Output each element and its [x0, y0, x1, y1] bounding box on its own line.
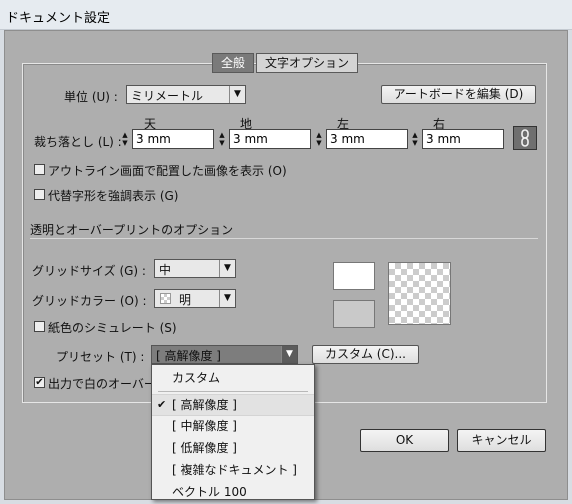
menu-item-label: ベクトル 100	[172, 485, 247, 499]
ok-label: OK	[395, 433, 414, 447]
menu-item-label: [ 複雑なドキュメント ]	[172, 463, 297, 477]
bleed-top-input[interactable]	[132, 129, 214, 149]
constrain-link-button[interactable]	[513, 126, 537, 150]
discard-white-overprint-label: 出力で白のオーバー	[48, 377, 156, 391]
stepper-arrows-icon[interactable]: ▲ ▼	[409, 131, 421, 149]
show-images-outline-checkbox[interactable]	[34, 164, 45, 175]
menu-item-label: カスタム	[172, 371, 221, 385]
grid-color-label: グリッドカラー (O) :	[32, 294, 147, 308]
units-label: 単位 (U) :	[64, 90, 118, 104]
cancel-label: キャンセル	[471, 433, 532, 447]
edit-artboards-label: アートボードを編集 (D)	[393, 87, 524, 101]
stepper-arrows-icon[interactable]: ▲ ▼	[119, 131, 131, 149]
tab-general-label: 全般	[220, 56, 245, 70]
highlight-glyphs-checkbox[interactable]	[34, 189, 45, 200]
window-title: ドキュメント設定	[6, 11, 111, 26]
grid-color-select[interactable]: 明 ▼	[154, 289, 236, 308]
simulate-paper-label: 紙色のシミュレート (S)	[48, 321, 177, 335]
cancel-button[interactable]: キャンセル	[457, 429, 546, 452]
menu-item-complex-document[interactable]: [ 複雑なドキュメント ]	[152, 460, 314, 482]
tab-type-options[interactable]: 文字オプション	[256, 53, 358, 73]
stepper-arrows-icon[interactable]: ▲ ▼	[216, 131, 228, 149]
menu-item-vector-100[interactable]: ベクトル 100	[152, 482, 314, 504]
grid-color-swatch-gray[interactable]	[333, 300, 375, 328]
menu-item-label: [ 高解像度 ]	[172, 398, 237, 412]
bleed-left-input[interactable]	[326, 129, 408, 149]
custom-preset-label: カスタム (C)...	[324, 347, 406, 361]
transparency-section-title: 透明とオーバープリントのオプション	[30, 223, 234, 237]
menu-item-high-resolution[interactable]: ✔ [ 高解像度 ]	[152, 394, 314, 416]
document-setup-window: ドキュメント設定 全般 文字オプション 単位 (U) : ミリメートル ▼ アー…	[0, 0, 572, 504]
tab-type-options-label: 文字オプション	[264, 56, 349, 70]
checkmark-icon: ✔	[157, 398, 167, 411]
bleed-right-spinner[interactable]: ▲ ▼	[409, 129, 505, 150]
tab-general[interactable]: 全般	[212, 53, 254, 73]
stepper-arrows-icon[interactable]: ▲ ▼	[313, 131, 325, 149]
show-images-outline-label: アウトライン画面で配置した画像を表示 (O)	[48, 164, 287, 178]
units-select[interactable]: ミリメートル ▼	[126, 85, 246, 104]
menu-item-custom[interactable]: カスタム	[152, 368, 314, 390]
preset-value: [ 高解像度 ]	[156, 349, 221, 363]
checkmark-icon: ✔	[35, 377, 44, 388]
bleed-left-spinner[interactable]: ▲ ▼	[313, 129, 409, 150]
chevron-down-icon: ▼	[219, 290, 235, 307]
bleed-label: 裁ち落とし (L) :	[34, 135, 122, 149]
grid-color-swatch-white[interactable]	[333, 262, 375, 290]
title-bar[interactable]: ドキュメント設定	[0, 0, 572, 30]
menu-separator	[158, 391, 308, 392]
light-grid-swatch-icon	[160, 293, 171, 304]
simulate-paper-checkbox[interactable]	[34, 321, 45, 332]
menu-item-label: [ 低解像度 ]	[172, 441, 237, 455]
menu-item-label: [ 中解像度 ]	[172, 419, 237, 433]
menu-item-low-resolution[interactable]: [ 低解像度 ]	[152, 438, 314, 460]
units-value: ミリメートル	[131, 89, 204, 103]
chevron-down-icon: ▼	[229, 86, 245, 103]
grid-size-label: グリッドサイズ (G) :	[32, 264, 146, 278]
transparency-grid-preview	[388, 262, 451, 325]
chevron-down-icon: ▼	[219, 260, 235, 277]
grid-size-value: 中	[159, 263, 172, 277]
discard-white-overprint-checkbox[interactable]: ✔	[34, 377, 45, 388]
grid-size-select[interactable]: 中 ▼	[154, 259, 236, 278]
highlight-glyphs-label: 代替字形を強調表示 (G)	[48, 189, 179, 203]
section-divider	[30, 238, 538, 239]
menu-item-medium-resolution[interactable]: [ 中解像度 ]	[152, 416, 314, 438]
bleed-top-spinner[interactable]: ▲ ▼	[119, 129, 215, 150]
chain-link-icon	[521, 129, 529, 147]
edit-artboards-button[interactable]: アートボードを編集 (D)	[381, 85, 536, 104]
preset-dropdown-menu: カスタム ✔ [ 高解像度 ] [ 中解像度 ] [ 低解像度 ] [ 複雑なド…	[151, 364, 315, 500]
bleed-right-input[interactable]	[422, 129, 504, 149]
preset-label: プリセット (T) :	[56, 350, 145, 364]
bleed-bottom-input[interactable]	[229, 129, 311, 149]
chevron-down-icon: ▼	[281, 346, 297, 363]
preset-select[interactable]: [ 高解像度 ] ▼	[151, 345, 298, 364]
ok-button[interactable]: OK	[360, 429, 449, 452]
bleed-bottom-spinner[interactable]: ▲ ▼	[216, 129, 312, 150]
custom-preset-button[interactable]: カスタム (C)...	[312, 345, 419, 364]
grid-color-value: 明	[179, 293, 192, 307]
